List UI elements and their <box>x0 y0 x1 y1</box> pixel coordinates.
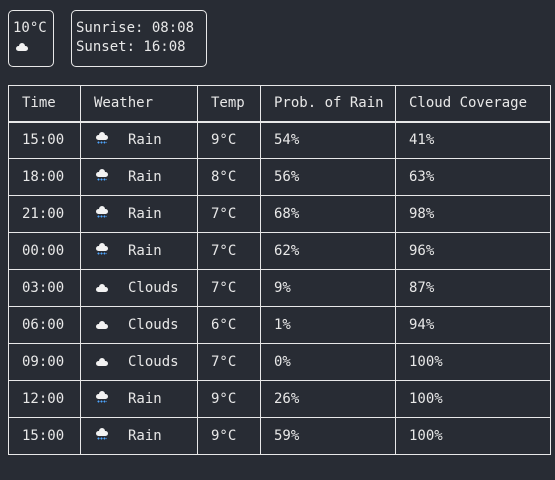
cloud-icon <box>94 317 118 333</box>
table-row: 15:00 Rain 9°C 54% 41% <box>8 121 551 159</box>
weather-label: Clouds <box>128 280 179 296</box>
cell-cloud-coverage: 98% <box>395 195 551 233</box>
cell-temp: 7°C <box>197 232 261 270</box>
weather-label: Rain <box>128 243 162 259</box>
weather-label: Rain <box>128 391 162 407</box>
forecast-table: Time Weather Temp Prob. of Rain Cloud Co… <box>8 85 551 455</box>
rain-cloud-icon <box>94 391 118 407</box>
weather-label: Clouds <box>128 354 179 370</box>
current-weather-panel: 10°C <box>8 10 54 67</box>
table-row: 12:00 Rain 9°C 26% 100% <box>8 380 551 418</box>
weather-label: Rain <box>128 169 162 185</box>
cell-weather: Clouds <box>80 343 198 381</box>
forecast-body: 15:00 Rain 9°C 54% 41% 18:00 Rain 8°C 56% 63% 21:0… <box>8 121 551 455</box>
cloud-icon <box>94 354 118 370</box>
cell-rain-probability: 26% <box>260 380 396 418</box>
cloud-icon <box>16 38 28 57</box>
table-row: 06:00 Clouds 6°C 1% 94% <box>8 306 551 344</box>
cell-time: 09:00 <box>8 343 81 381</box>
cell-rain-probability: 59% <box>260 417 396 455</box>
cell-rain-probability: 0% <box>260 343 396 381</box>
cell-time: 06:00 <box>8 306 81 344</box>
cell-temp: 7°C <box>197 269 261 307</box>
cell-rain-probability: 68% <box>260 195 396 233</box>
cell-rain-probability: 62% <box>260 232 396 270</box>
cell-temp: 7°C <box>197 343 261 381</box>
header-weather: Weather <box>80 85 198 123</box>
cell-rain-probability: 56% <box>260 158 396 196</box>
cell-cloud-coverage: 100% <box>395 343 551 381</box>
weather-label: Rain <box>128 428 162 444</box>
cell-weather: Rain <box>80 417 198 455</box>
cell-time: 00:00 <box>8 232 81 270</box>
header-temp: Temp <box>197 85 261 123</box>
cell-cloud-coverage: 100% <box>395 417 551 455</box>
cell-cloud-coverage: 94% <box>395 306 551 344</box>
cell-temp: 8°C <box>197 158 261 196</box>
cell-time: 18:00 <box>8 158 81 196</box>
cell-temp: 7°C <box>197 195 261 233</box>
table-row: 21:00 Rain 7°C 68% 98% <box>8 195 551 233</box>
rain-cloud-icon <box>94 132 118 148</box>
header-rain-probability: Prob. of Rain <box>260 85 396 123</box>
header-cloud-coverage: Cloud Coverage <box>395 85 551 123</box>
cell-cloud-coverage: 41% <box>395 121 551 159</box>
cell-time: 12:00 <box>8 380 81 418</box>
cell-weather: Clouds <box>80 269 198 307</box>
cell-cloud-coverage: 87% <box>395 269 551 307</box>
cell-temp: 6°C <box>197 306 261 344</box>
cell-cloud-coverage: 100% <box>395 380 551 418</box>
cell-weather: Rain <box>80 121 198 159</box>
cell-weather: Clouds <box>80 306 198 344</box>
table-header-row: Time Weather Temp Prob. of Rain Cloud Co… <box>8 85 551 123</box>
header-time: Time <box>8 85 81 123</box>
cell-temp: 9°C <box>197 417 261 455</box>
cell-weather: Rain <box>80 195 198 233</box>
cell-time: 15:00 <box>8 121 81 159</box>
rain-cloud-icon <box>94 206 118 222</box>
weather-label: Rain <box>128 206 162 222</box>
table-row: 18:00 Rain 8°C 56% 63% <box>8 158 551 196</box>
sun-times-panel: Sunrise: 08:08 Sunset: 16:08 <box>71 10 207 67</box>
weather-label: Rain <box>128 132 162 149</box>
cell-rain-probability: 9% <box>260 269 396 307</box>
cell-rain-probability: 1% <box>260 306 396 344</box>
cell-time: 03:00 <box>8 269 81 307</box>
sunrise-time: Sunrise: 08:08 <box>76 20 195 36</box>
cell-weather: Rain <box>80 158 198 196</box>
rain-cloud-icon <box>94 169 118 185</box>
rain-cloud-icon <box>94 243 118 259</box>
table-row: 09:00 Clouds 7°C 0% 100% <box>8 343 551 381</box>
cell-cloud-coverage: 63% <box>395 158 551 196</box>
current-temperature: 10°C <box>13 20 47 36</box>
cell-time: 15:00 <box>8 417 81 455</box>
cell-temp: 9°C <box>197 380 261 418</box>
cell-cloud-coverage: 96% <box>395 232 551 270</box>
cell-weather: Rain <box>80 380 198 418</box>
cloud-icon <box>94 280 118 296</box>
cell-rain-probability: 54% <box>260 121 396 159</box>
table-row: 03:00 Clouds 7°C 9% 87% <box>8 269 551 307</box>
cell-weather: Rain <box>80 232 198 270</box>
cell-temp: 9°C <box>197 121 261 159</box>
table-row: 00:00 Rain 7°C 62% 96% <box>8 232 551 270</box>
sunset-time: Sunset: 16:08 <box>76 39 186 55</box>
weather-label: Clouds <box>128 317 179 333</box>
cell-time: 21:00 <box>8 195 81 233</box>
rain-cloud-icon <box>94 428 118 444</box>
table-row: 15:00 Rain 9°C 59% 100% <box>8 417 551 455</box>
